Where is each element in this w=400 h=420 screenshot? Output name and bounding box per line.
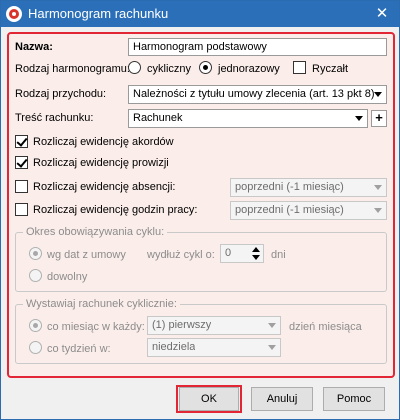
wystawiaj-legend: Wystawiaj rachunek cyklicznie: — [23, 298, 180, 310]
prowizji-checkbox[interactable] — [15, 156, 28, 169]
dzien-miesiaca-label: dzień miesiąca — [289, 321, 362, 333]
okres-legend: Okres obowiązywania cyklu: — [23, 226, 168, 238]
godzin-select[interactable]: poprzedni (-1 miesiąc) — [230, 201, 387, 220]
form-panel: Nazwa: Harmonogram podstawowy Rodzaj har… — [7, 32, 395, 378]
arrow-up-icon[interactable] — [249, 245, 263, 253]
nazwa-label: Nazwa: — [15, 41, 53, 53]
dni-label: dni — [271, 249, 286, 261]
radio-co-tydzien[interactable] — [29, 341, 42, 354]
akordow-label[interactable]: Rozliczaj ewidencję akordów — [33, 136, 174, 148]
tresc-rachunku-select[interactable]: Rachunek — [128, 109, 368, 128]
radio-wg-dat-label[interactable]: wg dat z umowy — [47, 249, 126, 261]
radio-jednorazowy[interactable] — [199, 61, 212, 74]
add-tresc-button[interactable]: + — [371, 110, 387, 127]
tydzien-select[interactable]: niedziela — [147, 338, 281, 357]
absencji-select[interactable]: poprzedni (-1 miesiąc) — [230, 178, 387, 197]
godzin-checkbox[interactable] — [15, 203, 28, 216]
rodzaj-przychodu-select[interactable]: Należności z tytułu umowy zlecenia (art.… — [128, 85, 387, 104]
ryczalt-label[interactable]: Ryczałt — [312, 63, 348, 75]
chevron-down-icon[interactable] — [370, 86, 386, 103]
title-bar: Harmonogram rachunku ✕ — [1, 1, 399, 27]
radio-co-miesiac-label[interactable]: co miesiąc w każdy: — [47, 321, 145, 333]
radio-co-tydzien-label[interactable]: co tydzień w: — [47, 343, 111, 355]
akordow-checkbox[interactable] — [15, 135, 28, 148]
absencji-value: poprzedni (-1 miesiąc) — [235, 181, 344, 193]
pomoc-button[interactable]: Pomoc — [323, 387, 385, 411]
chevron-down-icon[interactable] — [351, 110, 367, 127]
dialog-window: Harmonogram rachunku ✕ Nazwa: Harmonogra… — [0, 0, 400, 420]
chevron-down-icon[interactable] — [370, 202, 386, 219]
absencji-label[interactable]: Rozliczaj ewidencję absencji: — [33, 181, 175, 193]
miesiac-value: (1) pierwszy — [152, 319, 212, 331]
okres-groupbox — [15, 232, 387, 292]
anuluj-button[interactable]: Anuluj — [251, 387, 313, 411]
radio-cykliczny[interactable] — [128, 61, 141, 74]
prowizji-label[interactable]: Rozliczaj ewidencję prowizji — [33, 157, 169, 169]
radio-wg-dat[interactable] — [29, 247, 42, 260]
tresc-rachunku-label: Treść rachunku: — [15, 112, 94, 124]
godzin-label[interactable]: Rozliczaj ewidencję godzin pracy: — [33, 204, 197, 216]
radio-dowolny-label[interactable]: dowolny — [47, 271, 87, 283]
wydluz-value: 0 — [225, 247, 232, 259]
radio-dowolny[interactable] — [29, 269, 42, 282]
rodzaj-przychodu-label: Rodzaj przychodu: — [15, 88, 107, 100]
radio-co-miesiac[interactable] — [29, 319, 42, 332]
rodzaj-harmonogramu-label: Rodzaj harmonogramu: — [15, 63, 130, 75]
absencji-checkbox[interactable] — [15, 180, 28, 193]
chevron-down-icon[interactable] — [264, 317, 280, 334]
wydluz-label: wydłuż cykl o: — [147, 249, 215, 261]
godzin-value: poprzedni (-1 miesiąc) — [235, 204, 344, 216]
close-button[interactable]: ✕ — [369, 3, 395, 25]
app-logo-icon — [6, 6, 22, 22]
tresc-rachunku-value: Rachunek — [133, 112, 183, 124]
chevron-down-icon[interactable] — [264, 339, 280, 356]
tydzien-value: niedziela — [152, 341, 196, 353]
wydluz-stepper[interactable]: 0 — [220, 244, 264, 263]
rodzaj-przychodu-value: Należności z tytułu umowy zlecenia (art.… — [133, 88, 375, 100]
nazwa-input[interactable]: Harmonogram podstawowy — [128, 38, 387, 56]
radio-jednorazowy-label[interactable]: jednorazowy — [218, 63, 280, 75]
arrow-down-icon[interactable] — [249, 254, 263, 262]
chevron-down-icon[interactable] — [370, 179, 386, 196]
radio-cykliczny-label[interactable]: cykliczny — [147, 63, 191, 75]
ryczalt-checkbox[interactable] — [293, 61, 306, 74]
miesiac-select[interactable]: (1) pierwszy — [147, 316, 281, 335]
window-title: Harmonogram rachunku — [28, 6, 169, 21]
ok-button[interactable]: OK — [179, 387, 239, 411]
